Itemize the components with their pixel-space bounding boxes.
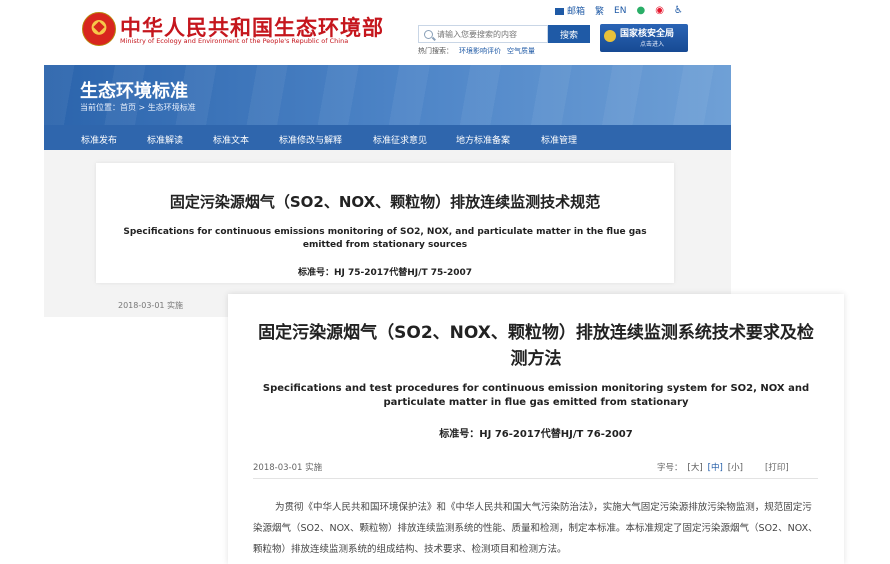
nav-item-amendment[interactable]: 标准修改与解释 (279, 133, 342, 146)
mail-icon (555, 8, 564, 15)
font-size-medium[interactable]: [中] (708, 461, 723, 473)
search-box (418, 25, 548, 43)
nnsa-logo-icon (604, 30, 616, 42)
nav-item-local-filing[interactable]: 地方标准备案 (456, 133, 510, 146)
national-emblem-icon (82, 12, 116, 46)
font-size-large[interactable]: [大] (688, 461, 703, 473)
hot-search-item[interactable]: 空气质量 (507, 46, 535, 56)
nav-bar: 标准发布 标准解读 标准文本 标准修改与解释 标准征求意见 地方标准备案 标准管… (44, 125, 731, 150)
standard-title-en: Specifications for continuous emissions … (123, 227, 647, 250)
ministry-name-en: Ministry of Ecology and Environment of t… (120, 37, 349, 45)
breadcrumb[interactable]: 当前位置：首页 > 生态环境标准 (80, 102, 196, 113)
mail-link[interactable]: 邮箱 (555, 4, 585, 17)
print-button[interactable]: [打印] (765, 461, 789, 473)
accessibility-icon[interactable]: ♿ (674, 5, 683, 16)
nav-item-interpretation[interactable]: 标准解读 (147, 133, 183, 146)
standard-title-cn: 固定污染源烟气（SO2、NOX、颗粒物）排放连续监测技术规范 (169, 193, 601, 211)
effective-date: 2018-03-01 实施 (253, 463, 323, 473)
nav-item-text[interactable]: 标准文本 (213, 133, 249, 146)
search-icon (424, 29, 433, 39)
nav-item-management[interactable]: 标准管理 (541, 133, 577, 146)
top-links: 邮箱 繁 EN ● ◉ ♿ (555, 4, 683, 17)
standard-number: 标准号：HJ 76-2017代替HJ/T 76-2007 (439, 429, 633, 440)
section-title: 生态环境标准 (80, 81, 188, 102)
standard-number: 标准号：HJ 75-2017代替HJ/T 75-2007 (297, 268, 473, 278)
english-link[interactable]: EN (614, 6, 626, 16)
font-size-control: 字号： [大] [中] [小] (657, 461, 743, 473)
traditional-chinese-link[interactable]: 繁 (595, 4, 604, 17)
search-button[interactable]: 搜索 (548, 25, 590, 43)
hot-search: 热门搜索： 环境影响评价 空气质量 (418, 46, 535, 56)
nnsa-title: 国家核安全局 (620, 29, 675, 39)
hot-search-item[interactable]: 环境影响评价 (459, 46, 501, 56)
weibo-icon[interactable]: ◉ (655, 5, 664, 16)
font-size-label: 字号： (657, 463, 683, 473)
hot-search-label: 热门搜索： (418, 47, 453, 55)
effective-date: 2018-03-01 实施 (118, 301, 184, 310)
article-body: 为贯彻《中华人民共和国环境保护法》和《中华人民共和国大气污染防治法》，实施大气固… (253, 502, 818, 555)
nnsa-subtitle: 点击进入 (639, 41, 664, 48)
search-input[interactable] (437, 29, 537, 39)
nav-item-consultation[interactable]: 标准征求意见 (373, 133, 427, 146)
nav-item-publish[interactable]: 标准发布 (81, 133, 117, 146)
standard-title-en: Specifications and test procedures for c… (262, 383, 810, 408)
divider (253, 478, 818, 479)
wechat-icon[interactable]: ● (636, 5, 645, 16)
nnsa-link-button[interactable]: 国家核安全局 点击进入 (600, 24, 688, 52)
font-size-small[interactable]: [小] (728, 461, 743, 473)
standard-title-cn: 固定污染源烟气（SO2、NOX、颗粒物）排放连续监测系统技术要求及检测方法 (258, 323, 814, 369)
